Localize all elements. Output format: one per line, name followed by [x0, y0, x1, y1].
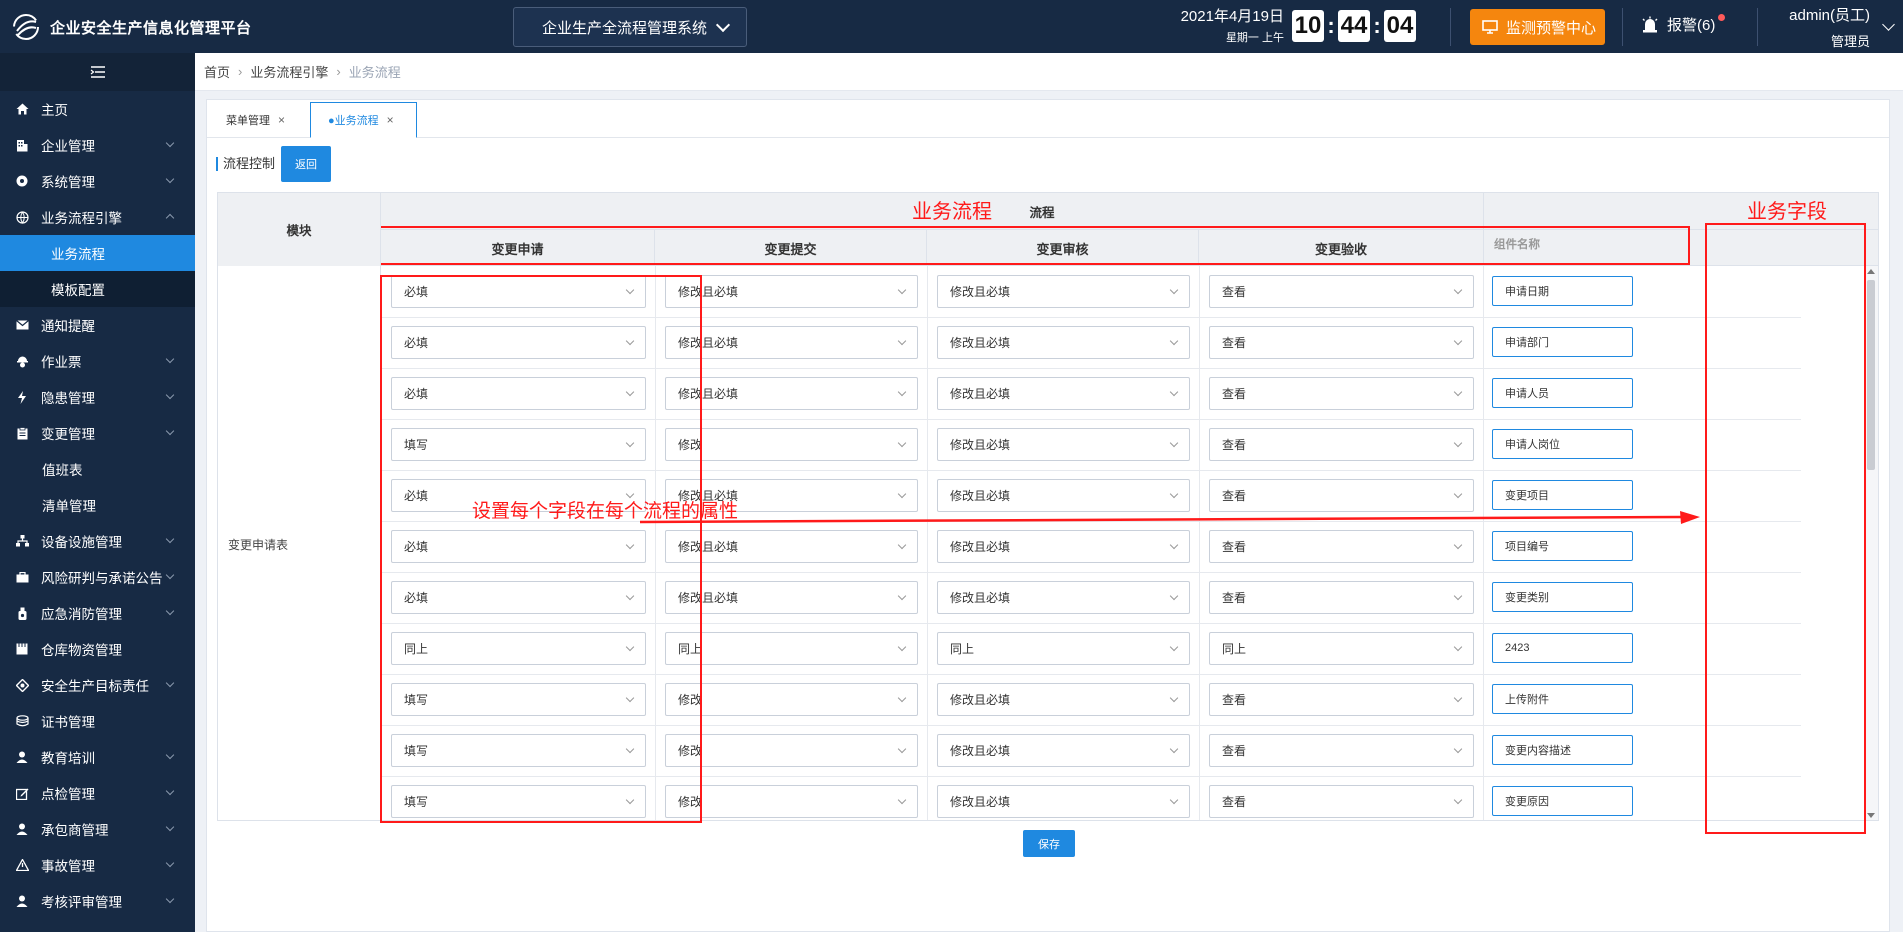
module-header: 模块: [218, 193, 381, 266]
annotation-arrow-icon: [639, 511, 1700, 524]
